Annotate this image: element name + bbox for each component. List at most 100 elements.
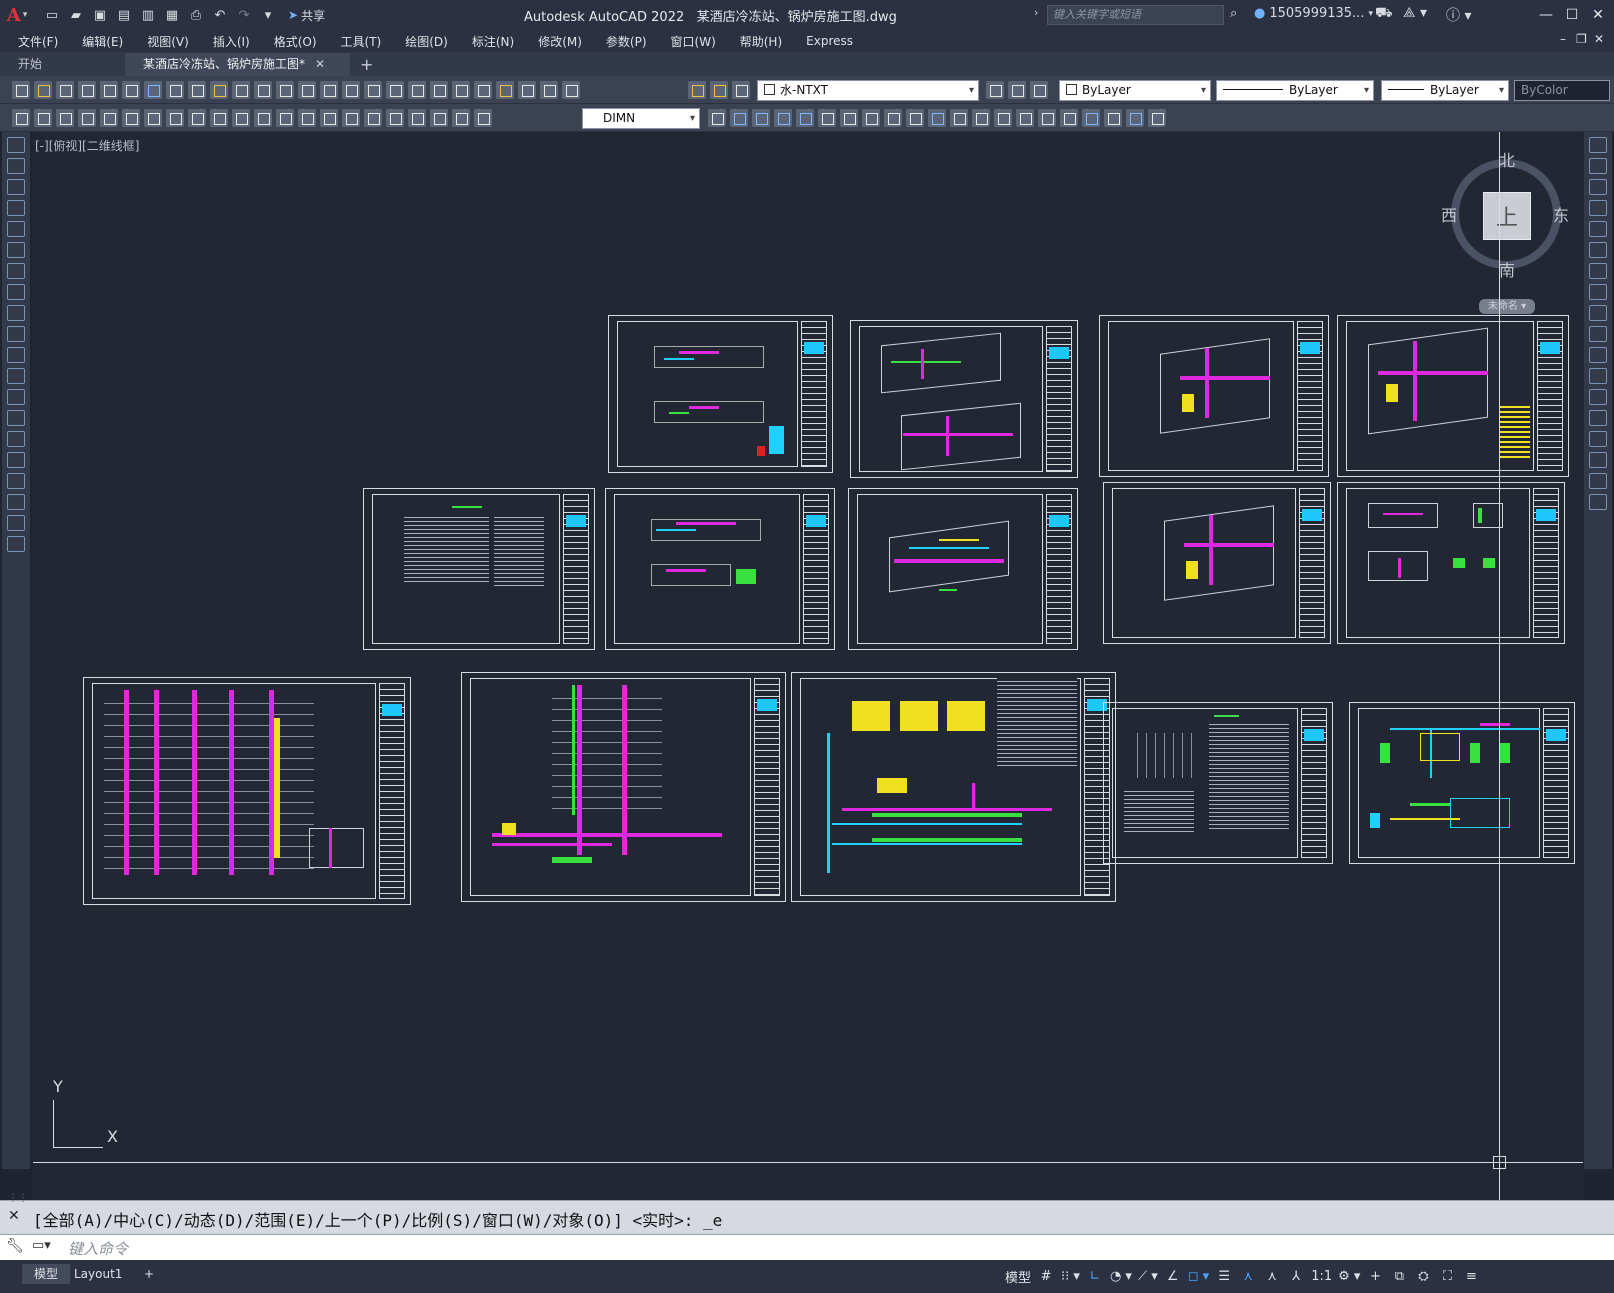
circle-icon[interactable] xyxy=(7,263,25,279)
add-selected-icon[interactable] xyxy=(7,536,25,552)
markup-icon[interactable] xyxy=(496,81,514,99)
mirror-icon[interactable] xyxy=(1589,179,1607,195)
break-point-icon[interactable] xyxy=(1589,368,1607,384)
drawing-sheet[interactable] xyxy=(363,488,595,650)
dim-edit-icon[interactable] xyxy=(430,109,448,127)
customization-menu-icon[interactable]: ≡ xyxy=(1462,1266,1480,1286)
make-current-layer-icon[interactable] xyxy=(986,81,1004,99)
drawing-sheet[interactable] xyxy=(791,672,1116,902)
grip-icon[interactable]: ⋮⋮ xyxy=(8,1193,28,1204)
scale-icon[interactable] xyxy=(862,109,880,127)
compass-east[interactable]: 东 xyxy=(1553,202,1569,226)
menu-modify[interactable]: 修改(M) xyxy=(526,33,594,50)
hatch-icon[interactable] xyxy=(7,431,25,447)
drawing-sheet[interactable] xyxy=(461,672,786,902)
layer-state-icon[interactable] xyxy=(1030,81,1048,99)
command-input[interactable]: 键入命令 xyxy=(68,1238,128,1259)
join-icon[interactable] xyxy=(972,109,990,127)
polygon-icon[interactable] xyxy=(7,200,25,216)
dim-ordinate-icon[interactable] xyxy=(122,109,140,127)
dim-linear-icon[interactable] xyxy=(56,109,74,127)
tab-layout1[interactable]: Layout1 xyxy=(62,1264,134,1284)
ellipse-icon[interactable] xyxy=(7,326,25,342)
rotate-icon[interactable] xyxy=(840,109,858,127)
drawing-sheet[interactable] xyxy=(1103,482,1331,644)
plot-icon[interactable] xyxy=(78,81,96,99)
drawing-sheet[interactable] xyxy=(605,488,835,650)
extend-icon[interactable] xyxy=(1589,347,1607,363)
draw-order-icon[interactable] xyxy=(1060,109,1078,127)
undo-icon[interactable] xyxy=(276,81,294,99)
rectangle-icon[interactable] xyxy=(7,221,25,237)
search-icon[interactable]: ⌕ xyxy=(1230,6,1237,21)
array-icon[interactable] xyxy=(796,109,814,127)
drawing-sheet[interactable] xyxy=(1337,482,1565,644)
plus-icon[interactable]: + xyxy=(1366,1266,1384,1286)
app-store-icon[interactable]: ⟁ ▾ xyxy=(1403,5,1427,21)
fillet-icon[interactable] xyxy=(1589,452,1607,468)
clean-screen-icon[interactable]: ⛶ xyxy=(1438,1266,1456,1286)
design-center-icon[interactable] xyxy=(430,81,448,99)
new-icon[interactable] xyxy=(12,81,30,99)
mirror-icon[interactable] xyxy=(752,109,770,127)
lineweight-dropdown[interactable]: ByLayer ▾ xyxy=(1381,80,1509,101)
dim-space-icon[interactable] xyxy=(298,109,316,127)
help-icon[interactable] xyxy=(540,81,558,99)
annotation-scale-icon[interactable]: ⅄ xyxy=(1287,1266,1305,1286)
construction-line-icon[interactable] xyxy=(7,158,25,174)
dim-continue-icon[interactable] xyxy=(276,109,294,127)
help-icon[interactable]: ⓘ ▾ xyxy=(1446,5,1471,25)
chamfer-icon[interactable] xyxy=(994,109,1012,127)
offset-icon[interactable] xyxy=(1589,200,1607,216)
polar-icon[interactable]: ◔ ▾ xyxy=(1110,1266,1132,1286)
stretch-icon[interactable] xyxy=(1589,305,1607,321)
user-account[interactable]: ● 1505999135... ▾ xyxy=(1254,6,1373,21)
doc-close-button[interactable]: ✕ xyxy=(1594,32,1604,46)
minimize-button[interactable]: — xyxy=(1534,3,1558,27)
workspace-gear-icon[interactable]: ⚙ ▾ xyxy=(1338,1266,1360,1286)
layer-properties-icon[interactable] xyxy=(562,81,580,99)
wcs-menu[interactable]: 未命名 ▾ xyxy=(1479,299,1535,314)
properties-icon[interactable] xyxy=(408,81,426,99)
dim-style-icon[interactable] xyxy=(708,109,726,127)
menu-window[interactable]: 窗口(W) xyxy=(659,33,728,50)
edit-icon[interactable] xyxy=(12,109,30,127)
move-icon[interactable] xyxy=(1589,242,1607,258)
dim-baseline-icon[interactable] xyxy=(254,109,272,127)
annotation-scale-value[interactable]: 1:1 xyxy=(1311,1266,1332,1286)
lineweight-icon[interactable]: ☰ xyxy=(1215,1266,1233,1286)
chamfer-icon[interactable] xyxy=(1589,431,1607,447)
array-icon[interactable] xyxy=(1589,221,1607,237)
dim-arc-icon[interactable] xyxy=(100,109,118,127)
drawing-sheet[interactable] xyxy=(608,315,833,473)
3d-print-icon[interactable] xyxy=(144,81,162,99)
menu-draw[interactable]: 绘图(D) xyxy=(393,33,460,50)
menu-format[interactable]: 格式(O) xyxy=(262,33,329,50)
trim-icon[interactable] xyxy=(906,109,924,127)
polyline-icon[interactable] xyxy=(7,179,25,195)
tool-palettes-icon[interactable] xyxy=(452,81,470,99)
drawing-sheet[interactable] xyxy=(848,488,1078,650)
block-editor-icon[interactable] xyxy=(254,81,272,99)
scale-icon[interactable] xyxy=(1589,284,1607,300)
expand-arrow-icon[interactable]: › xyxy=(1034,6,1038,19)
grid-icon[interactable]: # xyxy=(1037,1266,1055,1286)
ortho-icon[interactable]: ∟ xyxy=(1086,1266,1104,1286)
save-icon[interactable] xyxy=(56,81,74,99)
close-button[interactable]: ✕ xyxy=(1586,3,1610,27)
share-button[interactable]: ➤ 共享 xyxy=(288,7,325,24)
compass-west[interactable]: 西 xyxy=(1441,202,1457,226)
saveas-icon[interactable]: ▤ xyxy=(114,5,134,25)
menu-dimension[interactable]: 标注(N) xyxy=(460,33,526,50)
mtext-icon[interactable] xyxy=(7,515,25,531)
dim-diameter-icon[interactable] xyxy=(188,109,206,127)
layer-previous-icon[interactable] xyxy=(1008,81,1026,99)
isolate-objects-icon[interactable]: ⧉ xyxy=(1390,1266,1408,1286)
publish-icon[interactable] xyxy=(122,81,140,99)
snap-icon[interactable]: ⁝⁝ ▾ xyxy=(1061,1266,1080,1286)
jogged-linear-icon[interactable] xyxy=(408,109,426,127)
open-icon[interactable]: ▰ xyxy=(66,5,86,25)
copy-clip-icon[interactable] xyxy=(730,109,748,127)
menu-edit[interactable]: 编辑(E) xyxy=(70,33,135,50)
plot-icon[interactable]: ⎙ xyxy=(186,5,206,25)
